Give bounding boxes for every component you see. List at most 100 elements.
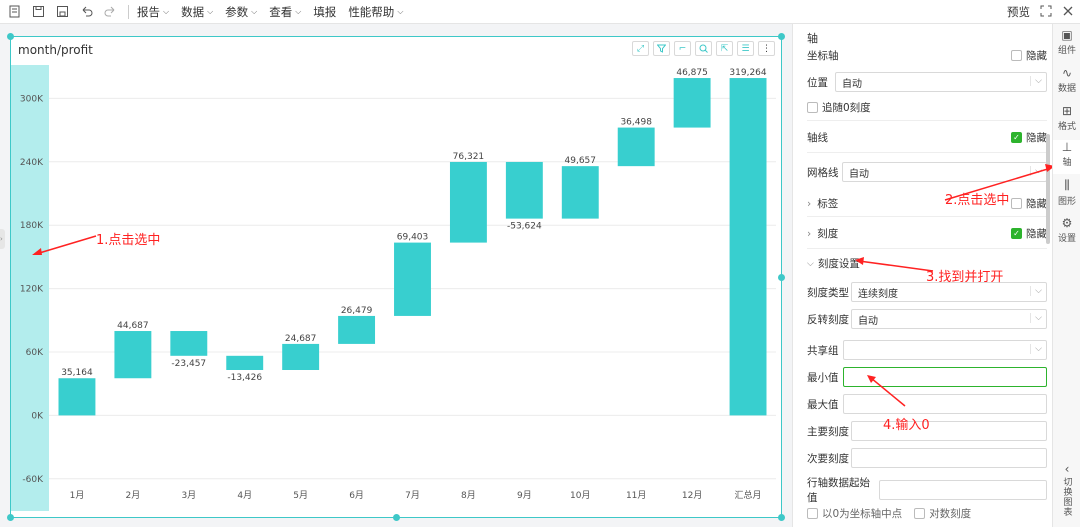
data-label: 69,403 [397,233,429,243]
chart-widget[interactable]: 300K 240K 180K 120K 60K 0K -60K 35,164 1月 44,687 2… [7,33,785,521]
annotation-3: 3.找到并打开 [926,270,1004,285]
rail-axis[interactable]: ⊥ 轴 [1053,140,1080,174]
close-icon[interactable] [1062,5,1074,20]
hide-axis-toggle[interactable]: 隐藏 [1011,48,1047,63]
toolbar-right: 预览 [1007,0,1074,24]
linkage-icon[interactable]: ⌐ [674,41,691,56]
checkbox-checked[interactable]: ✓ [1011,132,1022,143]
filter-icon[interactable] [653,41,670,56]
x-tick-label: 1月 [70,490,85,501]
panel-title: 轴 [807,32,818,45]
rail-settings[interactable]: ⚙ 设置 [1053,216,1080,244]
axis-icon: ⊥ [1061,140,1073,154]
row-start-input[interactable] [879,480,1047,500]
menu-report[interactable]: 报告 ⌵ [137,4,169,20]
follow-zero-row: 追随0刻度 [807,100,1047,115]
switch-chart-button[interactable]: ‹ 切换图表 [1053,462,1080,517]
y-tick-label: 240K [20,158,44,168]
checkbox[interactable] [1011,50,1022,61]
chevron-down-icon: ⌵ [207,6,214,16]
component-icon: ▣ [1061,28,1073,42]
tick-hide-toggle[interactable]: ✓ 隐藏 [1011,226,1047,241]
waterfall-bar [673,78,711,128]
zero-center-checkbox[interactable] [807,508,818,519]
more-icon[interactable]: ⋮ [758,41,775,56]
divider [807,248,1047,249]
save-as-icon[interactable] [52,2,72,22]
rail-shape[interactable]: ⫼ 图形 [1053,178,1080,207]
x-tick-label: 9月 [517,490,532,501]
x-tick-label: 7月 [405,490,420,501]
reverse-tick-select[interactable]: 自动 ⌵ [851,309,1047,329]
axis-line-hide-toggle[interactable]: ✓ 隐藏 [1011,130,1047,145]
waterfall-bar [617,127,655,167]
x-tick-label: 汇总月 [735,489,762,501]
chevron-down-icon: ⌵ [1030,76,1042,86]
bottom-options-row: 以0为坐标轴中点 对数刻度 [807,506,1047,521]
reverse-tick-row: 反转刻度 自动 ⌵ [807,309,1047,329]
log-scale-checkbox[interactable] [914,508,926,519]
waterfall-bar [282,343,320,370]
waterfall-bar [170,331,208,356]
x-tick-label: 6月 [349,490,364,501]
data-label: 26,479 [341,306,373,316]
y-tick-label: -60K [22,475,44,485]
format-icon: ⊞ [1061,104,1073,118]
chevron-down-icon: ⌵ [1030,344,1042,354]
rail-component[interactable]: ▣ 组件 [1053,28,1080,56]
menu-fill[interactable]: 填报 [313,4,336,20]
shape-icon: ⫼ [1064,178,1070,192]
position-select[interactable]: 自动 ⌵ [835,72,1047,92]
right-rail: ▣ 组件 ∿ 数据 ⊞ 格式 ⊥ 轴 ⫼ 图形 ⚙ 设置 ‹ 切换图表 [1052,24,1080,527]
expand-icon[interactable]: ⤢ [632,41,649,56]
share-group-select[interactable]: ⌵ [843,340,1047,360]
tick-type-select[interactable]: 连续刻度 ⌵ [851,282,1047,302]
tick-type-row: 刻度类型 连续刻度 ⌵ [807,282,1047,302]
list-icon[interactable]: ☰ [737,41,754,56]
chevron-down-icon: ⌵ [251,6,258,16]
checkbox-checked[interactable]: ✓ [1011,228,1022,239]
chart-title: month/profit [18,43,93,57]
x-tick-label: 10月 [570,490,590,501]
data-icon: ∿ [1061,66,1073,80]
top-toolbar: 报告 ⌵ 数据 ⌵ 参数 ⌵ 查看 ⌵ 填报 性能帮助 ⌵ 预览 [0,0,1080,24]
undo-icon[interactable] [76,2,96,22]
major-tick-input[interactable] [851,421,1047,441]
chevron-left-icon: ‹ [1064,462,1070,476]
waterfall-bar [226,355,264,370]
menu-data[interactable]: 数据 ⌵ [181,4,213,20]
waterfall-bar [561,166,599,219]
annotation-1: 1.点击选中 [96,233,161,248]
annotation-4: 4.输入0 [883,418,930,433]
data-label: 76,321 [453,152,485,162]
redo-icon[interactable] [100,2,120,22]
chevron-down-icon: ⌵ [807,258,814,269]
x-tick-label: 4月 [237,490,252,501]
coord-axis-row: 坐标轴 隐藏 [807,48,1047,63]
preview-button[interactable]: 预览 [1007,4,1030,20]
menu-view[interactable]: 查看 ⌵ [269,4,301,20]
data-label: 46,875 [676,68,708,78]
minor-tick-input[interactable] [851,448,1047,468]
x-tick-label: 11月 [626,490,646,501]
chevron-down-icon: ⌵ [1030,313,1042,323]
x-tick-label: 5月 [293,490,308,501]
rail-data[interactable]: ∿ 数据 [1053,66,1080,94]
y-tick-label: 0K [31,411,44,421]
x-tick-label: 3月 [181,490,196,501]
rail-format[interactable]: ⊞ 格式 [1053,104,1080,132]
chevron-down-icon: ⌵ [1030,286,1042,296]
canvas-collapse-handle[interactable]: › [0,229,5,249]
x-tick-label: 12月 [682,490,702,501]
zoom-icon[interactable] [695,41,712,56]
follow-zero-checkbox[interactable] [807,102,818,113]
report-icon[interactable] [4,2,24,22]
save-icon[interactable] [28,2,48,22]
fullscreen-icon[interactable] [1040,5,1052,20]
data-label: 319,264 [729,68,766,78]
waterfall-bar [505,161,543,219]
tick-section-row[interactable]: › 刻度 ✓ 隐藏 [807,226,1047,241]
menu-performance-help[interactable]: 性能帮助 ⌵ [348,4,403,20]
select-cursor-icon[interactable]: ⇱ [716,41,733,56]
menu-params[interactable]: 参数 ⌵ [225,4,257,20]
